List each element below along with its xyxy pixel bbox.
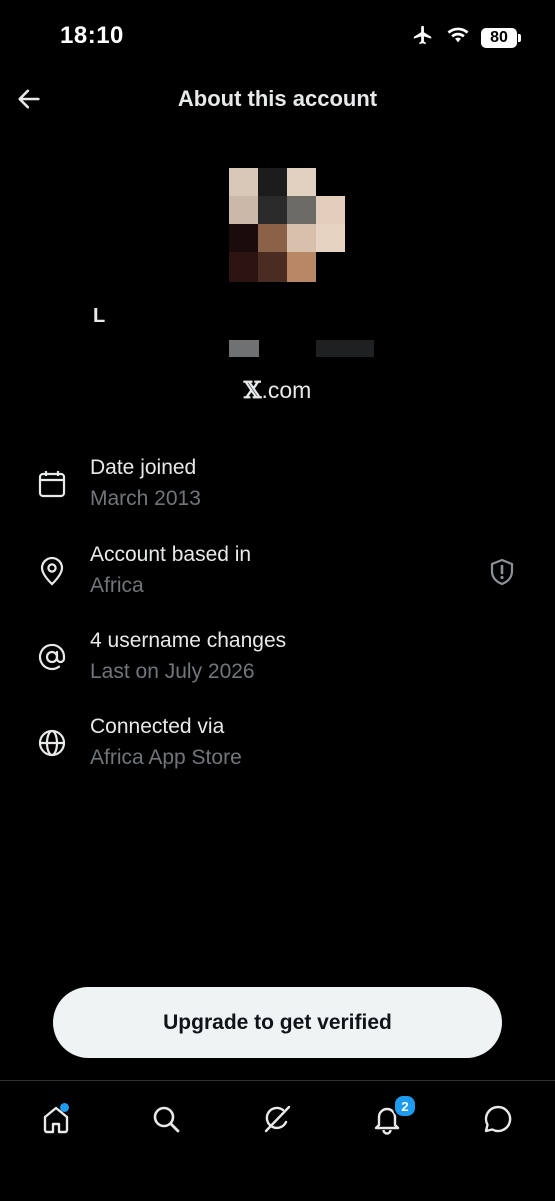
upgrade-verified-button[interactable]: Upgrade to get verified bbox=[53, 987, 502, 1058]
nav-search[interactable] bbox=[146, 1099, 186, 1139]
row-subtitle: Africa App Store bbox=[90, 746, 242, 769]
x-logo-glyph: 𝕏 bbox=[243, 377, 262, 404]
calendar-icon bbox=[38, 471, 66, 498]
grok-icon bbox=[264, 1105, 291, 1133]
redacted-handle-block bbox=[229, 340, 259, 357]
messages-icon bbox=[484, 1105, 512, 1133]
home-unread-dot bbox=[60, 1103, 69, 1112]
nav-grok[interactable] bbox=[257, 1099, 297, 1139]
notifications-badge: 2 bbox=[393, 1094, 417, 1118]
battery-indicator: 80 bbox=[481, 27, 521, 48]
wifi-icon bbox=[447, 26, 469, 49]
info-row-connected-via: Connected via Africa App Store bbox=[0, 715, 555, 785]
row-subtitle: March 2013 bbox=[90, 487, 201, 510]
nav-messages[interactable] bbox=[478, 1099, 518, 1139]
search-icon bbox=[153, 1106, 180, 1133]
bottom-nav: 2 bbox=[0, 1080, 555, 1201]
display-name: L bbox=[93, 305, 106, 327]
location-pin-icon bbox=[40, 556, 64, 586]
status-icons: 80 bbox=[411, 24, 521, 51]
nav-notifications[interactable]: 2 bbox=[367, 1094, 417, 1139]
row-subtitle: Last on July 2026 bbox=[90, 660, 255, 683]
avatar[interactable] bbox=[229, 168, 345, 282]
page-title: About this account bbox=[177, 86, 378, 111]
row-title: Account based in bbox=[90, 543, 252, 566]
row-title: Connected via bbox=[90, 715, 225, 738]
row-subtitle: Africa bbox=[90, 574, 144, 597]
info-row-username-changes: 4 username changes Last on July 2026 bbox=[0, 629, 555, 699]
info-row-account-based-in[interactable]: Account based in Africa bbox=[0, 543, 555, 613]
domain-suffix: .com bbox=[261, 377, 312, 403]
redacted-handle-block bbox=[316, 340, 374, 357]
at-sign-icon bbox=[38, 643, 66, 671]
airplane-mode-icon bbox=[411, 24, 435, 51]
globe-icon bbox=[38, 729, 66, 757]
shield-alert-icon[interactable] bbox=[487, 557, 517, 587]
row-title: Date joined bbox=[90, 456, 197, 479]
row-title: 4 username changes bbox=[90, 629, 287, 652]
info-row-date-joined: Date joined March 2013 bbox=[0, 456, 555, 526]
status-time: 18:10 bbox=[60, 22, 124, 49]
nav-home[interactable] bbox=[36, 1099, 76, 1139]
domain-label: 𝕏.com bbox=[0, 377, 555, 404]
